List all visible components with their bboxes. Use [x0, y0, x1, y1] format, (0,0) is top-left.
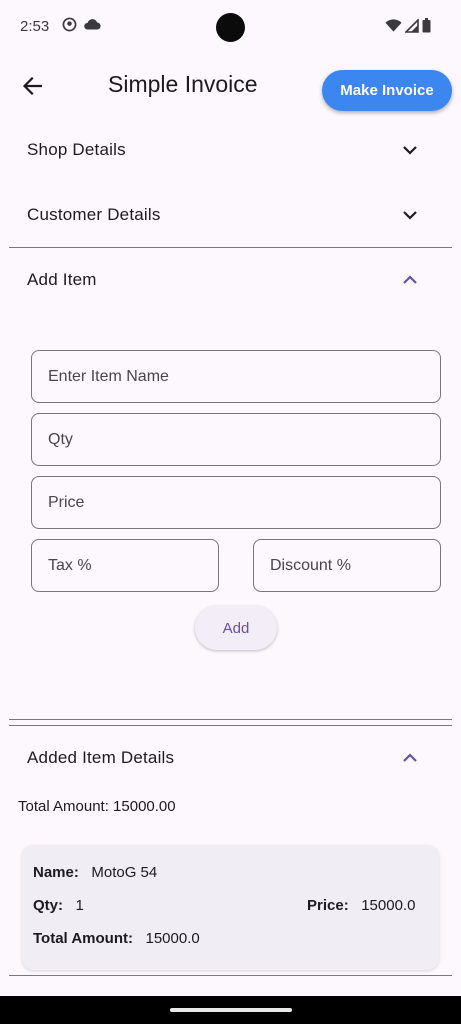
- app-notification-icon: [62, 17, 77, 37]
- item-name-value: MotoG 54: [91, 864, 158, 881]
- divider: [9, 719, 452, 720]
- wifi-icon: [385, 18, 402, 38]
- item-name-field[interactable]: [31, 350, 441, 403]
- item-name-row: Name: MotoG 54: [33, 864, 157, 881]
- price-input[interactable]: [32, 477, 440, 528]
- arrow-back-icon: [22, 77, 42, 95]
- shop-details-title: Shop Details: [27, 140, 126, 159]
- shop-details-header[interactable]: Shop Details: [0, 118, 461, 182]
- item-price-value: 15000.0: [361, 897, 416, 914]
- item-qty-label: Qty:: [33, 897, 63, 914]
- item-qty-value: 1: [75, 897, 84, 914]
- item-card: Name: MotoG 54 Qty: 1 Price: 15000.0 Tot…: [22, 845, 439, 970]
- customer-details-header[interactable]: Customer Details: [0, 183, 461, 247]
- price-field[interactable]: [31, 476, 441, 529]
- qty-field[interactable]: [31, 413, 441, 466]
- item-name-input[interactable]: [32, 351, 440, 402]
- cloud-icon: [83, 18, 101, 36]
- system-nav-bar: [0, 996, 461, 1024]
- item-qty-row: Qty: 1: [33, 897, 84, 914]
- discount-input[interactable]: [254, 540, 440, 591]
- chevron-down-icon: [400, 140, 420, 160]
- tax-field[interactable]: [31, 539, 219, 592]
- tax-input[interactable]: [32, 540, 218, 591]
- chevron-down-icon: [400, 205, 420, 225]
- qty-input[interactable]: [32, 414, 440, 465]
- chevron-up-icon: [400, 270, 420, 290]
- gesture-handle[interactable]: [170, 1008, 292, 1012]
- page-title: Simple Invoice: [108, 71, 258, 97]
- chevron-up-icon: [400, 748, 420, 768]
- camera-cutout: [216, 13, 245, 42]
- divider: [9, 975, 452, 976]
- item-price-row: Price: 15000.0: [307, 897, 415, 914]
- back-button[interactable]: [16, 70, 48, 102]
- discount-field[interactable]: [253, 539, 441, 592]
- item-total-label: Total Amount:: [33, 930, 133, 947]
- add-item-button[interactable]: Add: [195, 606, 277, 650]
- added-item-details-title: Added Item Details: [27, 748, 175, 767]
- item-name-label: Name:: [33, 864, 79, 881]
- make-invoice-button[interactable]: Make Invoice: [322, 70, 452, 111]
- add-item-header[interactable]: Add Item: [0, 248, 461, 312]
- status-left-icons: [62, 17, 101, 37]
- item-total-row: Total Amount: 15000.0: [33, 930, 200, 947]
- item-total-value: 15000.0: [145, 930, 200, 947]
- signal-icon: [404, 17, 419, 38]
- status-bar: 2:53: [0, 0, 461, 56]
- status-time: 2:53: [20, 18, 50, 35]
- add-item-title: Add Item: [27, 270, 97, 289]
- battery-icon: [422, 18, 431, 38]
- status-right-icons: [385, 17, 431, 38]
- app-bar: Simple Invoice Make Invoice: [0, 58, 461, 114]
- item-price-label: Price:: [307, 897, 349, 914]
- total-amount: Total Amount: 15000.00: [18, 798, 176, 815]
- added-item-details-header[interactable]: Added Item Details: [0, 726, 461, 790]
- customer-details-title: Customer Details: [27, 205, 161, 224]
